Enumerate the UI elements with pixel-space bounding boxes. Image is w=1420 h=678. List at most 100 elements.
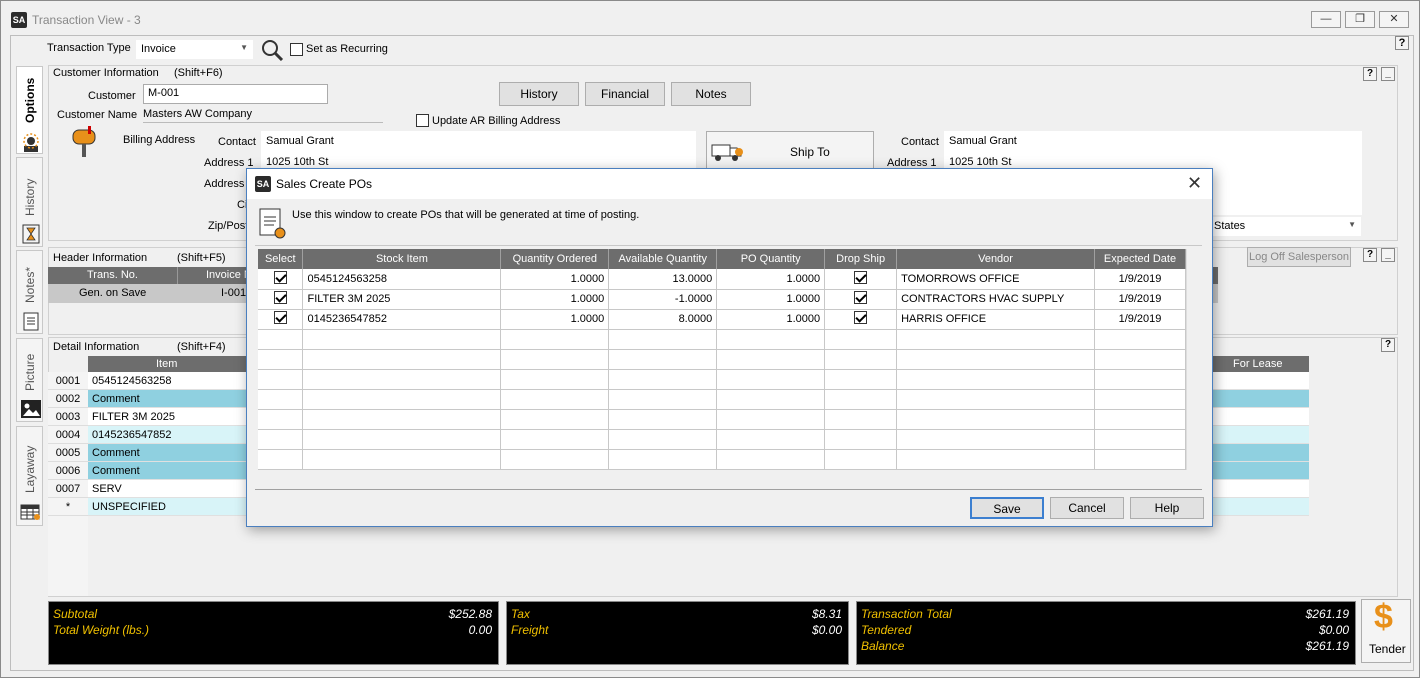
empty-cell[interactable] bbox=[716, 369, 826, 390]
empty-cell[interactable] bbox=[824, 409, 898, 430]
empty-cell[interactable] bbox=[302, 369, 502, 390]
empty-cell[interactable] bbox=[716, 329, 826, 350]
empty-cell[interactable] bbox=[608, 369, 718, 390]
ship-address1-value[interactable]: 1025 10th St bbox=[949, 156, 1011, 168]
select-checkbox[interactable] bbox=[273, 291, 287, 304]
empty-cell[interactable] bbox=[258, 329, 304, 350]
table-row[interactable]: FILTER 3M 2025 1.0000 -1.0000 1.0000 CONTRAC… bbox=[258, 289, 1187, 310]
expected-date-cell[interactable]: 1/9/2019 bbox=[1094, 289, 1187, 310]
drop-ship-checkbox[interactable] bbox=[854, 270, 868, 284]
transaction-type-select[interactable]: Invoice ▼ bbox=[136, 40, 253, 59]
save-button[interactable]: Save bbox=[970, 497, 1044, 519]
empty-cell[interactable] bbox=[896, 369, 1095, 390]
empty-cell[interactable] bbox=[258, 389, 304, 410]
col-expected-date[interactable]: Expected Date bbox=[1094, 249, 1187, 269]
close-window-button[interactable]: ✕ bbox=[1379, 11, 1409, 28]
select-checkbox[interactable] bbox=[273, 270, 287, 284]
empty-cell[interactable] bbox=[500, 429, 610, 450]
drop-ship-cell[interactable] bbox=[824, 269, 898, 290]
grid-scrollbar[interactable] bbox=[1186, 249, 1202, 470]
col-quantity-ordered[interactable]: Quantity Ordered bbox=[500, 249, 610, 269]
empty-cell[interactable] bbox=[1094, 349, 1187, 370]
empty-cell[interactable] bbox=[824, 449, 898, 470]
detail-help-icon[interactable]: ? bbox=[1381, 338, 1395, 352]
empty-cell[interactable] bbox=[302, 409, 502, 430]
empty-cell[interactable] bbox=[1094, 329, 1187, 350]
contact-value[interactable]: Samual Grant bbox=[266, 135, 334, 147]
empty-cell[interactable] bbox=[608, 329, 718, 350]
customer-help-icon[interactable]: ? bbox=[1363, 67, 1377, 81]
vendor-cell[interactable]: HARRIS OFFICE bbox=[896, 309, 1095, 330]
minimize-button[interactable]: — bbox=[1311, 11, 1341, 28]
drop-ship-cell[interactable] bbox=[824, 289, 898, 310]
empty-row[interactable] bbox=[258, 329, 1187, 350]
empty-cell[interactable] bbox=[302, 449, 502, 470]
empty-cell[interactable] bbox=[258, 349, 304, 370]
empty-cell[interactable] bbox=[500, 349, 610, 370]
table-row[interactable]: 0145236547852 1.0000 8.0000 1.0000 HARRIS OF… bbox=[258, 309, 1187, 330]
empty-cell[interactable] bbox=[302, 429, 502, 450]
empty-cell[interactable] bbox=[302, 329, 502, 350]
tab-options[interactable]: Options bbox=[16, 66, 43, 154]
financial-button[interactable]: Financial bbox=[585, 82, 665, 106]
empty-cell[interactable] bbox=[716, 349, 826, 370]
tab-layaway[interactable]: Layaway bbox=[16, 426, 43, 526]
empty-row[interactable] bbox=[258, 349, 1187, 370]
log-off-salesperson-button[interactable]: Log Off Salesperson bbox=[1247, 247, 1351, 267]
maximize-button[interactable]: ❐ bbox=[1345, 11, 1375, 28]
header-collapse-icon[interactable]: _ bbox=[1381, 248, 1395, 262]
notes-button[interactable]: Notes bbox=[671, 82, 751, 106]
empty-cell[interactable] bbox=[824, 349, 898, 370]
col-drop-ship[interactable]: Drop Ship bbox=[824, 249, 898, 269]
empty-cell[interactable] bbox=[302, 349, 502, 370]
row-item[interactable]: Comment bbox=[88, 444, 243, 462]
empty-cell[interactable] bbox=[1094, 449, 1187, 470]
row-item[interactable]: 0545124563258 bbox=[88, 372, 243, 390]
select-checkbox[interactable] bbox=[273, 311, 287, 324]
po-quantity-cell[interactable]: 1.0000 bbox=[716, 289, 826, 310]
col-available-quantity[interactable]: Available Quantity bbox=[608, 249, 718, 269]
tender-button[interactable]: $ Tender bbox=[1361, 598, 1411, 663]
empty-cell[interactable] bbox=[716, 429, 826, 450]
col-stock-item[interactable]: Stock Item bbox=[302, 249, 502, 269]
empty-row[interactable] bbox=[258, 369, 1187, 390]
empty-cell[interactable] bbox=[258, 429, 304, 450]
drop-ship-checkbox[interactable] bbox=[854, 311, 868, 324]
col-vendor[interactable]: Vendor bbox=[896, 249, 1095, 269]
empty-cell[interactable] bbox=[824, 389, 898, 410]
empty-cell[interactable] bbox=[896, 409, 1095, 430]
table-row[interactable]: 0545124563258 1.0000 13.0000 1.0000 TOMORROW… bbox=[258, 269, 1187, 290]
ship-to-button[interactable]: Ship To bbox=[706, 131, 874, 173]
help-icon[interactable]: ? bbox=[1395, 36, 1409, 50]
empty-cell[interactable] bbox=[896, 329, 1095, 350]
row-item[interactable]: SERV bbox=[88, 480, 243, 498]
empty-cell[interactable] bbox=[716, 409, 826, 430]
empty-cell[interactable] bbox=[896, 389, 1095, 410]
country-select[interactable]: States ▼ bbox=[1209, 217, 1361, 236]
empty-cell[interactable] bbox=[824, 369, 898, 390]
empty-cell[interactable] bbox=[1094, 429, 1187, 450]
tab-notes[interactable]: Notes* bbox=[16, 250, 43, 334]
po-quantity-cell[interactable]: 1.0000 bbox=[716, 269, 826, 290]
empty-cell[interactable] bbox=[1094, 369, 1187, 390]
empty-cell[interactable] bbox=[608, 409, 718, 430]
empty-cell[interactable] bbox=[258, 369, 304, 390]
vendor-cell[interactable]: TOMORROWS OFFICE bbox=[896, 269, 1095, 290]
empty-cell[interactable] bbox=[716, 389, 826, 410]
empty-cell[interactable] bbox=[716, 449, 826, 470]
customer-collapse-icon[interactable]: _ bbox=[1381, 67, 1395, 81]
empty-cell[interactable] bbox=[608, 449, 718, 470]
select-cell[interactable] bbox=[258, 269, 304, 290]
empty-row[interactable] bbox=[258, 429, 1187, 450]
vendor-cell[interactable]: CONTRACTORS HVAC SUPPLY bbox=[896, 289, 1095, 310]
help-button[interactable]: Help bbox=[1130, 497, 1204, 519]
row-item[interactable]: UNSPECIFIED bbox=[88, 498, 243, 516]
row-item[interactable]: Comment bbox=[88, 390, 243, 408]
col-select[interactable]: Select bbox=[258, 249, 304, 269]
empty-cell[interactable] bbox=[258, 449, 304, 470]
row-item[interactable]: Comment bbox=[88, 462, 243, 480]
set-recurring-checkbox[interactable] bbox=[290, 43, 303, 59]
empty-cell[interactable] bbox=[824, 429, 898, 450]
header-help-icon[interactable]: ? bbox=[1363, 248, 1377, 262]
drop-ship-checkbox[interactable] bbox=[854, 291, 868, 304]
